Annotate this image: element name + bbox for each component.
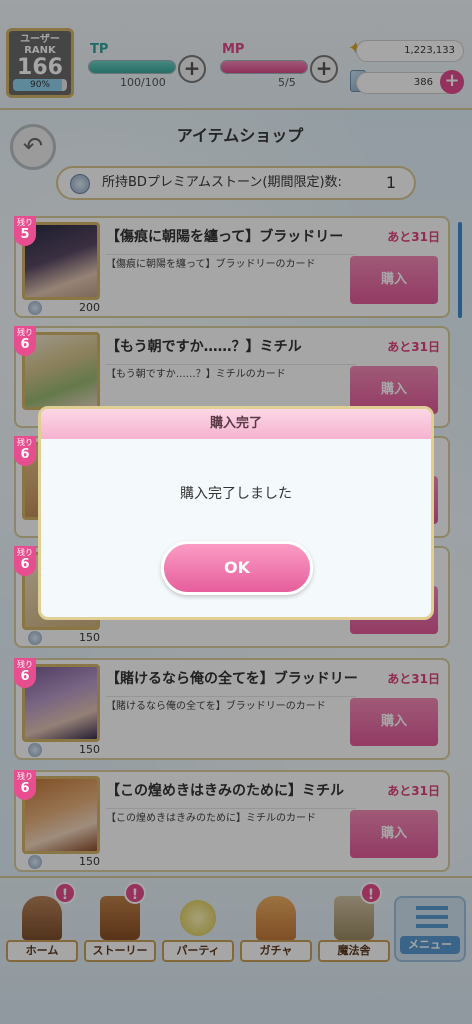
remaining-count: 6: [20, 447, 30, 462]
purchase-complete-dialog: 購入完了 購入完了しました OK: [38, 406, 434, 620]
remaining-badge: 残り 6: [14, 326, 36, 356]
remaining-count: 6: [20, 669, 30, 684]
remaining-count: 5: [20, 227, 30, 242]
remaining-badge-label: 残り: [17, 660, 33, 669]
remaining-badge-label: 残り: [17, 218, 33, 227]
remaining-badge: 残り 5: [14, 216, 36, 246]
remaining-badge: 残り 6: [14, 546, 36, 576]
remaining-count: 6: [20, 337, 30, 352]
remaining-count: 6: [20, 557, 30, 572]
remaining-badge-label: 残り: [17, 438, 33, 447]
remaining-badge-label: 残り: [17, 328, 33, 337]
remaining-badge: 残り 6: [14, 436, 36, 466]
remaining-count: 6: [20, 781, 30, 796]
remaining-badge: 残り 6: [14, 770, 36, 800]
dialog-message: 購入完了しました: [180, 486, 292, 502]
remaining-badge-label: 残り: [17, 772, 33, 781]
remaining-badge-label: 残り: [17, 548, 33, 557]
remaining-badge: 残り 6: [14, 658, 36, 688]
dialog-title: 購入完了: [41, 409, 431, 439]
ok-button[interactable]: OK: [161, 541, 313, 595]
